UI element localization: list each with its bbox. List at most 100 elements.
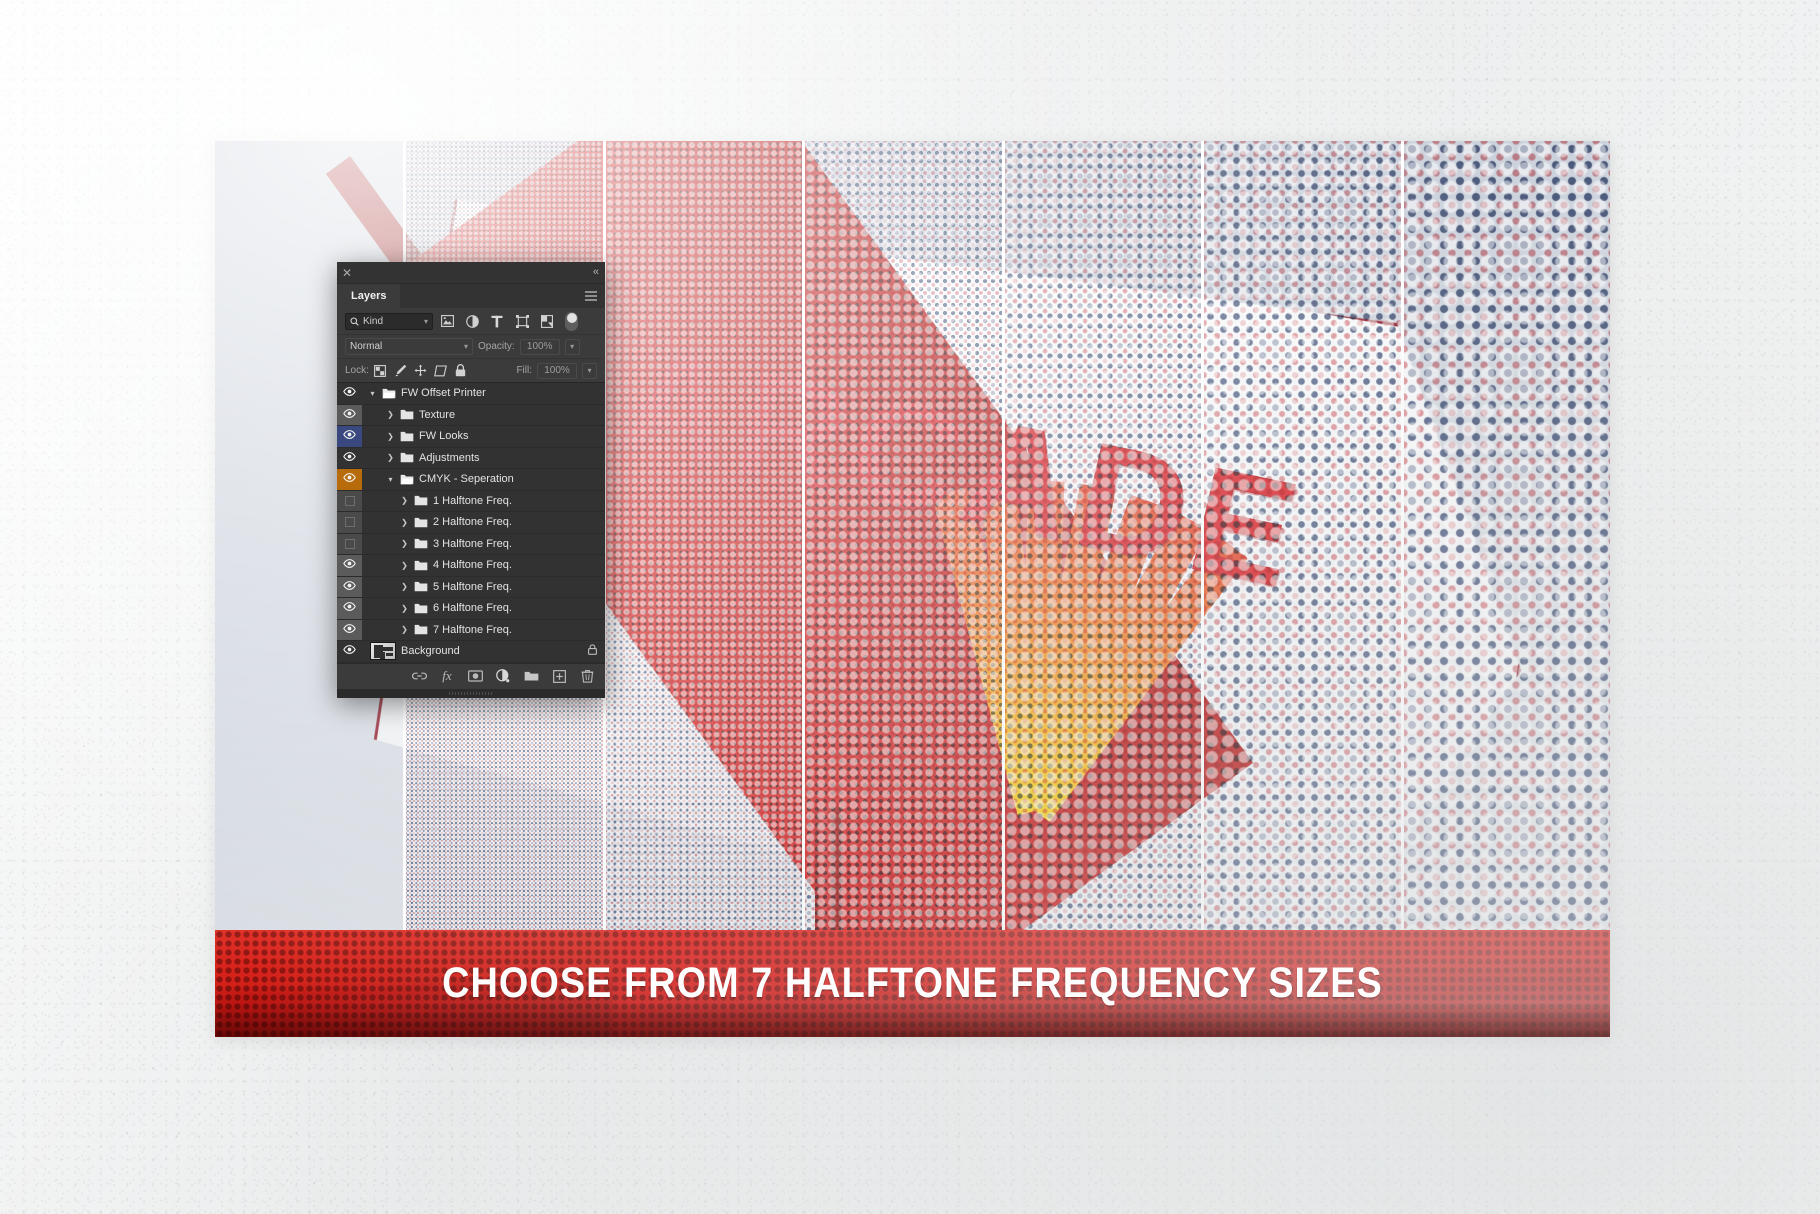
chevron-right-icon[interactable]: ❯: [386, 410, 395, 419]
filter-kind-select[interactable]: Kind ▾: [345, 312, 433, 330]
layer-name: Texture: [419, 408, 456, 421]
tab-layers[interactable]: Layers: [337, 284, 401, 308]
layer-style-fx-icon[interactable]: fx: [439, 668, 455, 684]
chevron-down-icon[interactable]: ▾: [368, 389, 377, 398]
panel-menu-icon[interactable]: [585, 291, 597, 301]
filter-adjustment-icon[interactable]: [461, 312, 483, 330]
layers-panel[interactable]: ✕ « Layers Kind ▾ Normal ▾ Opacity: 100%…: [337, 262, 605, 698]
filter-shape-icon[interactable]: [511, 312, 533, 330]
chevron-down-icon[interactable]: ▾: [464, 342, 468, 351]
layer-visibility-eye-icon[interactable]: [337, 426, 362, 447]
layer-row[interactable]: ❯ 2 Halftone Freq.: [337, 512, 605, 534]
layer-visibility-off-icon[interactable]: [337, 533, 362, 554]
search-icon: [350, 316, 359, 326]
layer-row[interactable]: ❯ 7 Halftone Freq.: [337, 619, 605, 641]
opacity-input[interactable]: 100%: [519, 338, 560, 355]
halftone-strip-3: [602, 141, 803, 1037]
lock-image-pixels-icon[interactable]: [394, 364, 407, 377]
halftone-strip-6: [1201, 141, 1401, 1037]
layer-thumbnail[interactable]: [370, 642, 396, 661]
layer-row[interactable]: ❯ 4 Halftone Freq.: [337, 555, 605, 577]
layer-visibility-eye-icon[interactable]: [337, 383, 362, 404]
layer-row[interactable]: ❯ 1 Halftone Freq.: [337, 490, 605, 512]
layer-row[interactable]: Background: [337, 641, 605, 663]
close-icon[interactable]: ✕: [337, 267, 357, 279]
chevron-right-icon[interactable]: ❯: [400, 518, 409, 527]
lock-artboard-nesting-icon[interactable]: [434, 364, 447, 377]
fill-chevron-down-icon[interactable]: ▾: [582, 362, 597, 379]
opacity-label: Opacity:: [478, 341, 515, 352]
layer-row[interactable]: ▾ FW Offset Printer: [337, 383, 605, 405]
chevron-down-icon[interactable]: ▾: [386, 475, 395, 484]
layer-visibility-eye-icon[interactable]: [337, 448, 362, 469]
filter-enable-toggle[interactable]: [565, 311, 578, 331]
layer-row[interactable]: ❯ 5 Halftone Freq.: [337, 576, 605, 598]
layer-row[interactable]: ▾ CMYK - Seperation: [337, 469, 605, 491]
add-layer-mask-icon[interactable]: [467, 668, 483, 684]
chevron-right-icon[interactable]: ❯: [400, 625, 409, 634]
halftone-strip-7: [1400, 141, 1610, 1037]
chevron-right-icon[interactable]: ❯: [400, 561, 409, 570]
banner-shadow: [215, 1003, 1610, 1037]
layer-row-body: ❯ 2 Halftone Freq.: [362, 516, 605, 528]
opacity-chevron-down-icon[interactable]: ▾: [564, 338, 580, 355]
layer-row-body: ❯ Adjustments: [362, 452, 605, 464]
layer-row[interactable]: ❯ 3 Halftone Freq.: [337, 533, 605, 555]
fill-input[interactable]: 100%: [537, 362, 577, 379]
chevron-right-icon[interactable]: ❯: [400, 539, 409, 548]
lock-position-icon[interactable]: [414, 364, 427, 377]
layer-visibility-eye-icon[interactable]: [337, 598, 362, 619]
lock-row: Lock: Fill: 100% ▾: [337, 358, 605, 382]
layer-row[interactable]: ❯ Texture: [337, 404, 605, 426]
folder-closed-icon: [414, 624, 428, 635]
layer-locked-icon: [588, 644, 597, 658]
delete-layer-icon[interactable]: [579, 668, 595, 684]
layer-visibility-off-icon[interactable]: [337, 512, 362, 533]
new-adjustment-layer-icon[interactable]: [495, 668, 511, 684]
lock-transparent-pixels-icon[interactable]: [374, 364, 387, 377]
layer-visibility-eye-icon[interactable]: [337, 576, 362, 597]
filter-kind-label: Kind: [363, 315, 384, 327]
layer-row[interactable]: ❯ FW Looks: [337, 426, 605, 448]
halftone-strip-5: [1001, 141, 1202, 1037]
filter-type-icon[interactable]: [486, 312, 508, 330]
folder-closed-icon: [414, 495, 428, 506]
layer-name: 2 Halftone Freq.: [433, 516, 512, 529]
layer-visibility-eye-icon[interactable]: [337, 641, 362, 662]
folder-closed-icon: [414, 538, 428, 549]
chevron-right-icon[interactable]: ❯: [400, 604, 409, 613]
chevron-right-icon[interactable]: ❯: [386, 432, 395, 441]
panel-resize-grip[interactable]: [337, 688, 605, 698]
layer-row-body: ▾ CMYK - Seperation: [362, 473, 605, 485]
layer-visibility-eye-icon[interactable]: [337, 469, 362, 490]
folder-closed-icon: [400, 452, 414, 463]
layer-row[interactable]: ❯ 6 Halftone Freq.: [337, 598, 605, 620]
new-layer-icon[interactable]: [551, 668, 567, 684]
filter-smartobject-icon[interactable]: [536, 312, 558, 330]
layer-row-body: ❯ 4 Halftone Freq.: [362, 559, 605, 571]
chevron-down-icon[interactable]: ▾: [424, 317, 428, 326]
layer-row-body: ❯ 1 Halftone Freq.: [362, 495, 605, 507]
chevron-right-icon[interactable]: ❯: [386, 453, 395, 462]
layer-name: Background: [401, 645, 460, 658]
layer-filter-row: Kind ▾: [337, 308, 605, 334]
layer-visibility-eye-icon[interactable]: [337, 619, 362, 640]
lock-all-icon[interactable]: [454, 364, 467, 377]
layer-visibility-eye-icon[interactable]: [337, 404, 362, 425]
layer-name: 4 Halftone Freq.: [433, 559, 512, 572]
layer-row-body: ▾ FW Offset Printer: [362, 387, 605, 399]
layer-name: CMYK - Seperation: [419, 473, 514, 486]
layer-visibility-off-icon[interactable]: [337, 490, 362, 511]
fill-label: Fill:: [516, 365, 532, 376]
blend-mode-select[interactable]: Normal ▾: [345, 338, 473, 355]
folder-closed-icon: [400, 431, 414, 442]
link-layers-icon[interactable]: [411, 668, 427, 684]
filter-pixel-icon[interactable]: [436, 312, 458, 330]
chevron-right-icon[interactable]: ❯: [400, 496, 409, 505]
chevron-right-icon[interactable]: ❯: [400, 582, 409, 591]
layer-row[interactable]: ❯ Adjustments: [337, 448, 605, 469]
collapse-double-arrow-icon[interactable]: «: [593, 266, 599, 278]
new-group-icon[interactable]: [523, 668, 539, 684]
layer-name: 3 Halftone Freq.: [433, 537, 512, 550]
layer-visibility-eye-icon[interactable]: [337, 555, 362, 576]
